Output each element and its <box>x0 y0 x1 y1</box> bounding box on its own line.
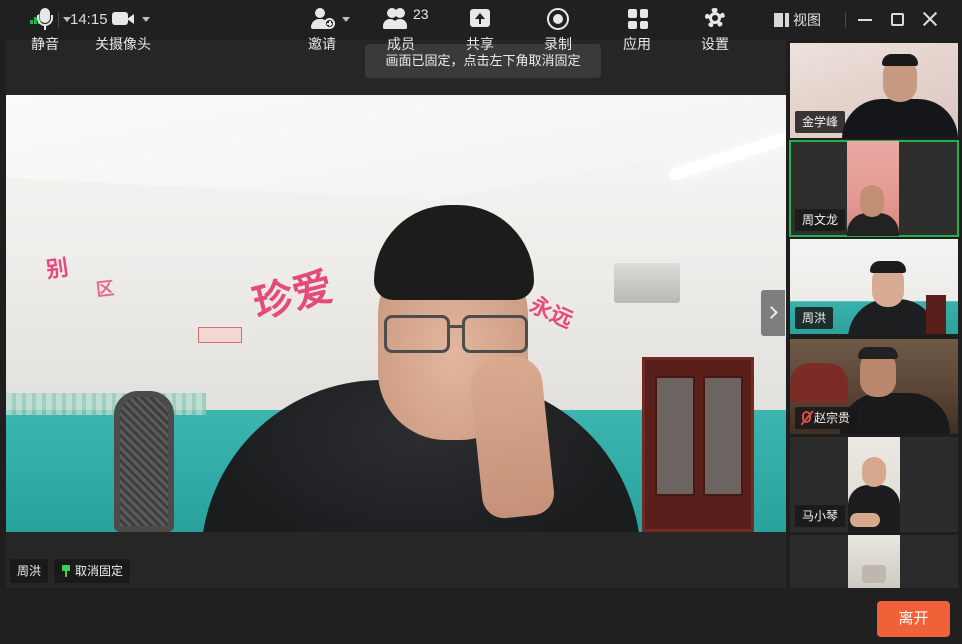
mute-button[interactable]: 静音 <box>26 0 64 56</box>
settings-gear-icon <box>702 8 728 30</box>
participant-hands <box>850 513 880 527</box>
air-conditioner <box>614 263 680 303</box>
members-icon: 23 <box>383 6 429 30</box>
window-controls-divider <box>845 12 846 28</box>
participant-name: 赵宗贵 <box>814 411 851 425</box>
participant-tile[interactable]: 周洪 <box>790 239 958 334</box>
participant-sofa <box>790 363 848 403</box>
apps-button[interactable]: 应用 <box>619 0 655 56</box>
camera-button[interactable]: 关摄像头 <box>92 0 154 56</box>
meeting-toolbar <box>0 588 962 644</box>
view-layout-icon <box>774 13 789 27</box>
participant-object <box>862 565 886 583</box>
unpin-label: 取消固定 <box>75 564 124 578</box>
wall-text-left-2: 区 <box>95 278 116 301</box>
maximize-icon[interactable] <box>891 13 904 26</box>
participant-hair <box>882 54 918 66</box>
invite-button[interactable]: 邀请 <box>303 0 341 56</box>
wall-sign <box>198 327 242 343</box>
pinned-video[interactable]: 别 区 珍爱 永远 <box>6 95 786 532</box>
view-button-label: 视图 <box>793 12 821 28</box>
participant-name: 周文龙 <box>795 209 846 231</box>
members-label: 成员 <box>387 36 415 52</box>
view-button[interactable]: 视图 <box>774 10 821 30</box>
camera-icon <box>110 8 136 30</box>
participant-name: 金学峰 <box>795 111 846 133</box>
participant-face <box>860 185 884 217</box>
settings-button[interactable]: 设置 <box>697 0 733 56</box>
office-chair <box>114 391 174 532</box>
apps-grid-icon <box>624 8 650 30</box>
participant-name-tag: 赵宗贵 <box>795 407 858 429</box>
participant-tile[interactable] <box>790 535 958 588</box>
record-label: 录制 <box>544 36 572 52</box>
record-button[interactable]: 录制 <box>540 0 576 56</box>
participant-hair <box>858 347 898 359</box>
mute-options-caret-icon[interactable] <box>63 17 71 22</box>
participant-name: 马小琴 <box>795 505 846 527</box>
glasses-left-lens <box>384 315 450 353</box>
pinned-name-tag: 周洪 <box>10 559 49 583</box>
participant-cabinet <box>926 295 946 334</box>
participant-hair <box>870 261 906 273</box>
members-button[interactable]: 23 成员 <box>383 0 431 56</box>
share-screen-icon <box>467 8 493 30</box>
invite-options-caret-icon[interactable] <box>342 17 350 22</box>
participant-tile[interactable]: 周文龙 <box>789 140 959 237</box>
participant-tile[interactable]: 马小琴 <box>790 437 958 532</box>
participant-name: 周洪 <box>795 307 834 329</box>
close-icon[interactable] <box>922 11 938 27</box>
mic-muted-icon <box>802 411 811 423</box>
chevron-right-icon[interactable] <box>761 290 785 336</box>
share-label: 共享 <box>466 36 494 52</box>
minimize-icon[interactable] <box>858 19 872 21</box>
microphone-icon <box>32 8 58 30</box>
share-button[interactable]: 共享 <box>462 0 498 56</box>
invite-user-icon <box>309 8 335 30</box>
members-count: 23 <box>413 6 429 22</box>
glasses-right-lens <box>462 315 528 353</box>
participant-tile[interactable]: 金学峰 <box>790 43 958 138</box>
settings-label: 设置 <box>701 36 729 52</box>
camera-options-caret-icon[interactable] <box>142 17 150 22</box>
mute-label: 静音 <box>31 36 59 52</box>
wall-text-left: 别 <box>44 254 70 284</box>
participant-tile[interactable]: 赵宗贵 <box>790 339 958 434</box>
glasses-bridge <box>449 325 463 328</box>
video-wall-strip <box>6 393 206 415</box>
invite-label: 邀请 <box>308 36 336 52</box>
apps-label: 应用 <box>623 36 651 52</box>
cabinet <box>642 357 754 532</box>
participant-face <box>862 457 886 487</box>
pin-icon <box>61 565 71 577</box>
leave-button[interactable]: 离开 <box>877 601 950 637</box>
camera-label: 关摄像头 <box>95 36 151 52</box>
unpin-button[interactable]: 取消固定 <box>54 559 131 583</box>
record-icon <box>545 8 571 30</box>
